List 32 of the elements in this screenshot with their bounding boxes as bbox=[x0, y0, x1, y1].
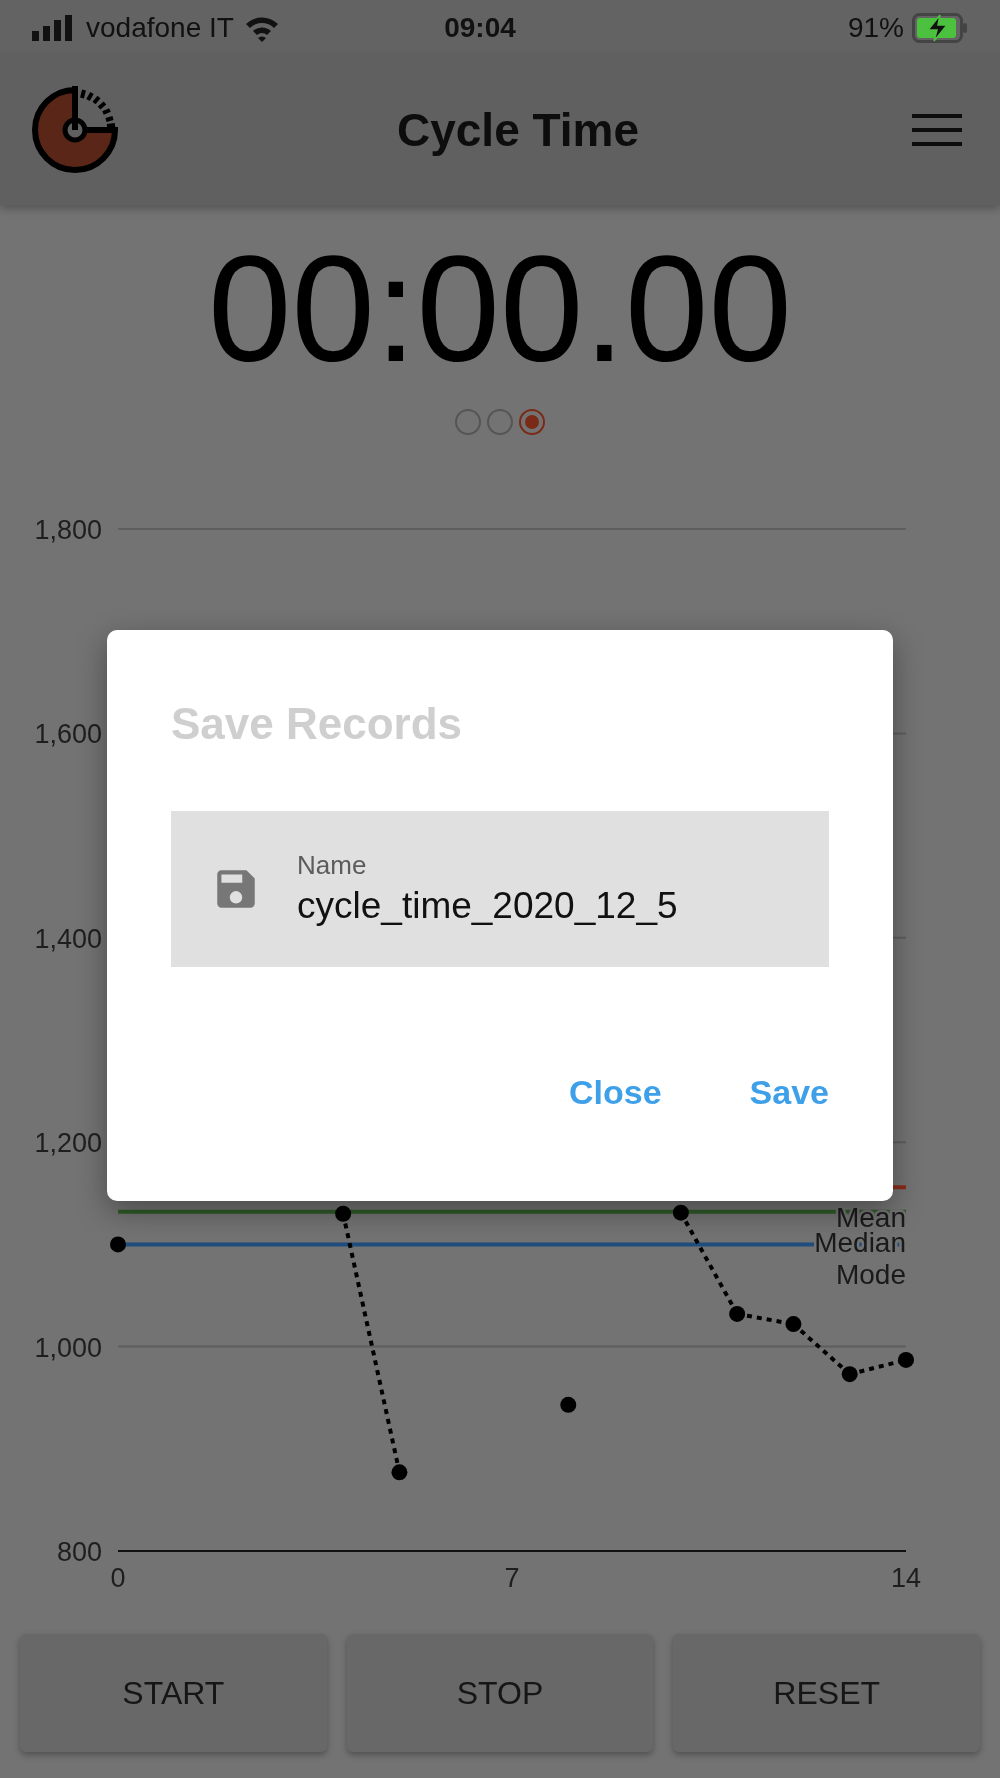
y-tick-label: 1,200 bbox=[34, 1128, 102, 1159]
y-tick-label: 1,600 bbox=[34, 719, 102, 750]
carrier-name: vodafone IT bbox=[86, 10, 234, 45]
x-tick-label: 7 bbox=[504, 1563, 520, 1592]
data-point bbox=[672, 1204, 689, 1221]
data-point bbox=[729, 1305, 746, 1322]
app-title: Cycle Time bbox=[395, 102, 641, 158]
field-label: Name bbox=[297, 849, 368, 882]
data-point bbox=[335, 1205, 352, 1222]
dialog-button[interactable]: Save bbox=[749, 1067, 829, 1118]
name-field[interactable]: Name cycle_time_2020_12_5 bbox=[171, 811, 829, 967]
data-point bbox=[841, 1366, 858, 1383]
action-button[interactable]: RESET bbox=[673, 1634, 980, 1752]
data-point bbox=[110, 1236, 126, 1253]
y-tick-label: 800 bbox=[56, 1537, 102, 1567]
action-button[interactable]: STOP bbox=[346, 1634, 654, 1752]
timer-display: 00:00.00 bbox=[208, 224, 792, 395]
action-button[interactable]: START bbox=[20, 1634, 327, 1752]
field-value: cycle_time_2020_12_5 bbox=[297, 884, 678, 928]
dialog-button[interactable]: Close bbox=[569, 1067, 662, 1118]
x-tick-label: 0 bbox=[110, 1563, 126, 1592]
reference-label: Mode bbox=[835, 1259, 906, 1291]
battery-percent: 91% bbox=[847, 10, 904, 45]
data-point bbox=[391, 1464, 408, 1481]
data-point bbox=[898, 1351, 914, 1368]
data-point bbox=[560, 1396, 577, 1413]
data-point bbox=[785, 1316, 802, 1333]
y-tick-label: 1,400 bbox=[34, 923, 102, 954]
x-tick-label: 14 bbox=[891, 1563, 921, 1592]
y-tick-label: 1,000 bbox=[34, 1332, 102, 1363]
y-tick-label: 1,800 bbox=[34, 515, 102, 545]
clock-time: 09:04 bbox=[443, 10, 517, 45]
